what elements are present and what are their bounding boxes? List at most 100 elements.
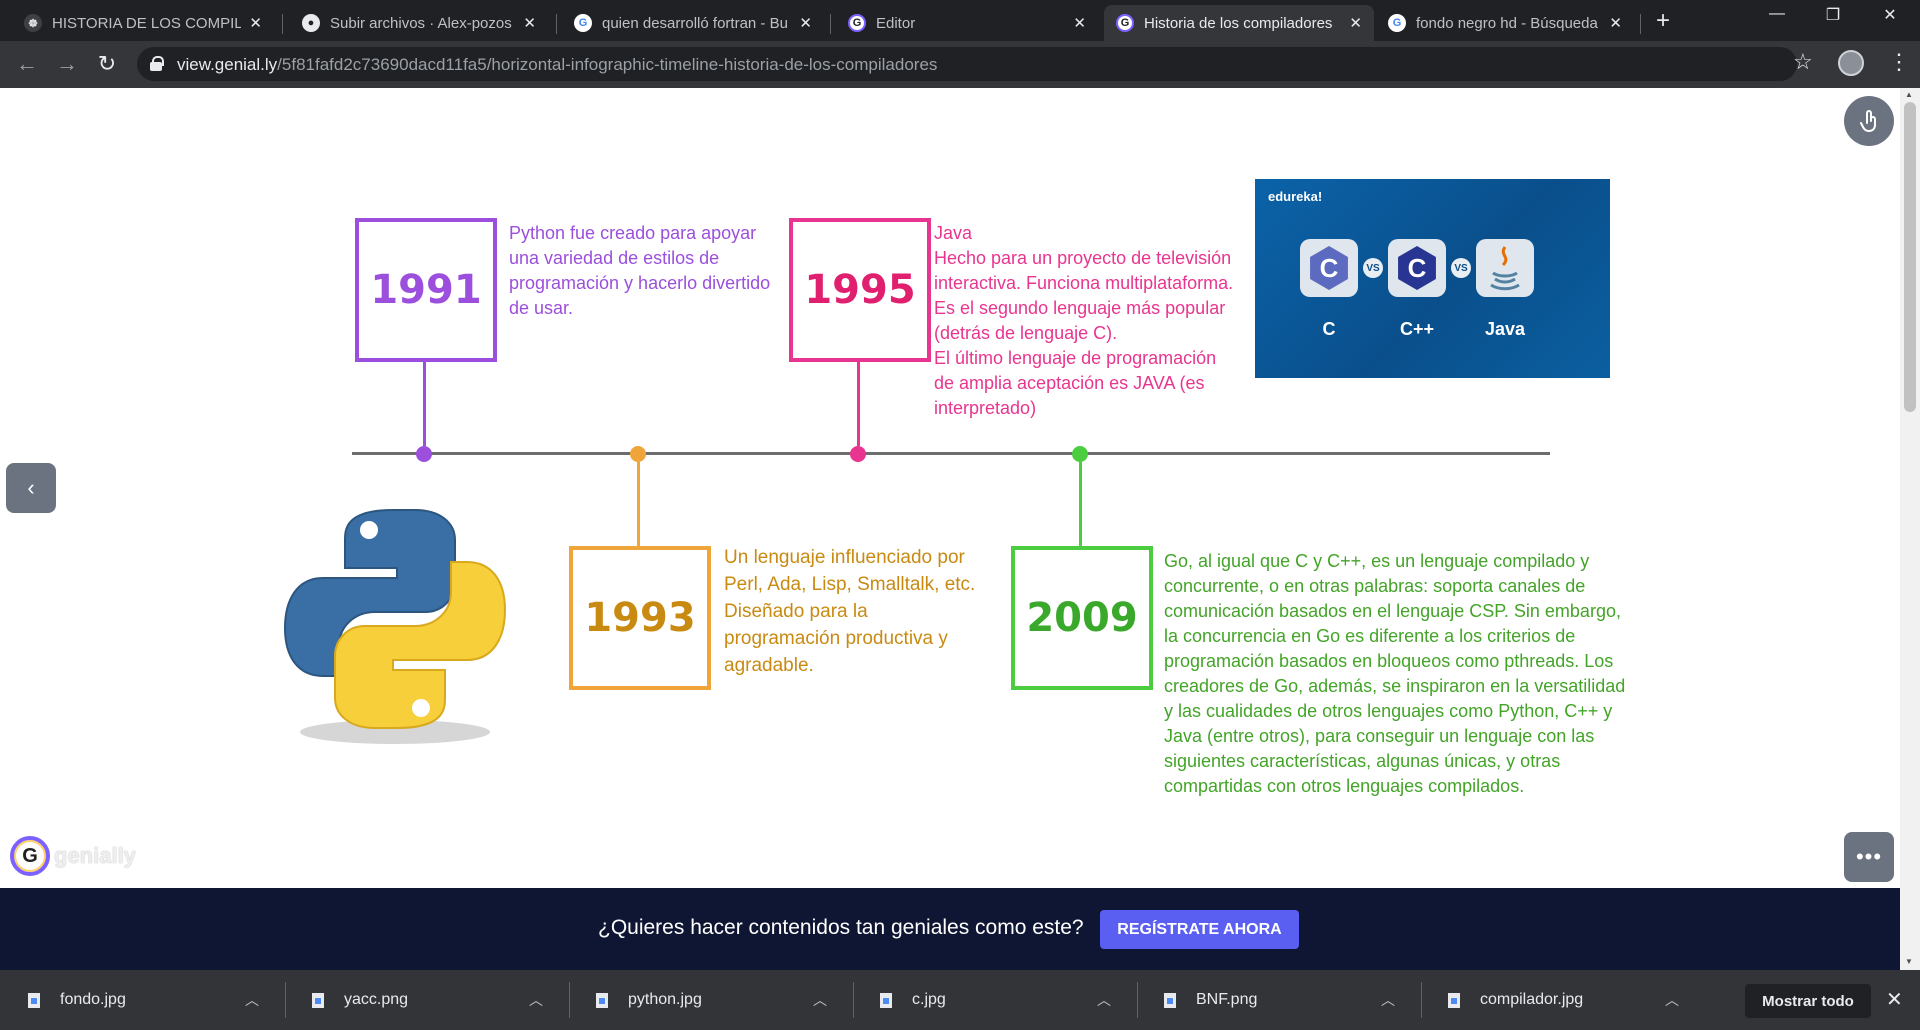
new-tab-button[interactable]: + (1656, 8, 1670, 34)
genially-icon: ☸ (24, 14, 42, 32)
vs-badge: VS (1451, 258, 1471, 278)
lock-icon (150, 56, 164, 72)
genially-icon: G (1116, 14, 1134, 32)
tab-historia-compiladores[interactable]: G Historia de los compiladores ✕ (1104, 5, 1374, 41)
download-item[interactable]: BNF.png ︿ (1164, 970, 1395, 1030)
file-icon (596, 992, 608, 1008)
tab-divider (830, 14, 831, 34)
genially-wordmark: genially (54, 843, 136, 868)
chevron-up-icon[interactable]: ︿ (529, 990, 543, 1010)
divider (1137, 982, 1138, 1018)
file-icon (1164, 992, 1176, 1008)
download-filename: yacc.png (344, 991, 409, 1008)
more-options-button[interactable]: ••• (1844, 832, 1894, 882)
event-description-1991: Python fue creado para apoyar una varied… (509, 223, 771, 318)
chevron-up-icon[interactable]: ︿ (1381, 990, 1395, 1010)
url-host: view.genial.ly (177, 55, 278, 74)
tab-historia-compiladores-doc[interactable]: ☸ HISTORIA DE LOS COMPILAD ✕ (12, 5, 274, 41)
tab-strip: ☸ HISTORIA DE LOS COMPILAD ✕ ● Subir arc… (0, 0, 1920, 41)
download-filename: fondo.jpg (60, 991, 126, 1008)
download-item[interactable]: c.jpg ︿ (880, 970, 1111, 1030)
show-all-downloads-button[interactable]: Mostrar todo (1745, 984, 1871, 1018)
genially-logo[interactable]: G genially (10, 836, 136, 876)
timeline-dot[interactable] (416, 446, 432, 462)
browser-menu-icon[interactable]: ⋮ (1888, 49, 1910, 75)
timeline-stem (423, 362, 426, 446)
chevron-up-icon[interactable]: ︿ (813, 990, 827, 1010)
url-path: /5f81fafd2c73690dacd11fa5/horizontal-inf… (277, 55, 938, 74)
fullscreen-touch-button[interactable] (1844, 96, 1894, 146)
scroll-up-icon[interactable]: ▲ (1905, 90, 1913, 99)
timeline-dot[interactable] (1072, 446, 1088, 462)
timeline-stem (1079, 462, 1082, 548)
ellipsis-icon: ••• (1855, 844, 1883, 869)
divider (1421, 982, 1422, 1018)
download-filename: BNF.png (1196, 991, 1258, 1008)
divider (853, 982, 854, 1018)
event-description-1993: Un lenguaje influenciado por Perl, Ada, … (724, 547, 976, 676)
page-scrollbar[interactable]: ▲ ▼ (1900, 88, 1920, 970)
download-item[interactable]: fondo.jpg ︿ (28, 970, 259, 1030)
timeline-dot[interactable] (850, 446, 866, 462)
year-box-1991: 1991 (355, 218, 497, 362)
download-shelf: fondo.jpg ︿ yacc.png ︿ python.jpg ︿ c.jp… (0, 970, 1920, 1030)
address-bar[interactable]: view.genial.ly/5f81fafd2c73690dacd11fa5/… (137, 47, 1797, 81)
chevron-up-icon[interactable]: ︿ (1097, 990, 1111, 1010)
timeline-stem (857, 362, 860, 446)
divider (569, 982, 570, 1018)
tab-divider (282, 14, 283, 34)
bookmark-star-icon[interactable]: ☆ (1793, 49, 1813, 75)
tab-github-upload[interactable]: ● Subir archivos · Alex-pozos / ✕ (290, 5, 548, 41)
chevron-up-icon[interactable]: ︿ (245, 990, 259, 1010)
reload-icon[interactable]: ↻ (92, 51, 122, 77)
signup-banner: ¿Quieres hacer contenidos tan geniales c… (0, 888, 1900, 970)
tab-editor[interactable]: G Editor ✕ (836, 5, 1098, 41)
year-box-1995: 1995 (789, 218, 931, 362)
year-box-2009: 2009 (1011, 546, 1153, 690)
tab-label: fondo negro hd - Búsqueda (1416, 14, 1598, 32)
timeline-dot[interactable] (630, 446, 646, 462)
event-description-1995: Java Hecho para un proyecto de televisió… (934, 223, 1234, 418)
vs-badge: VS (1363, 258, 1383, 278)
profile-avatar[interactable] (1838, 50, 1864, 76)
close-tab-icon[interactable]: ✕ (799, 14, 812, 32)
scroll-down-icon[interactable]: ▼ (1905, 957, 1913, 966)
chevron-up-icon[interactable]: ︿ (1665, 990, 1679, 1010)
close-shelf-icon[interactable]: ✕ (1886, 987, 1903, 1012)
tab-divider (1640, 14, 1641, 34)
close-tab-icon[interactable]: ✕ (1609, 14, 1622, 32)
download-item[interactable]: python.jpg ︿ (596, 970, 827, 1030)
timeline-stem (637, 462, 640, 548)
close-tab-icon[interactable]: ✕ (1349, 14, 1362, 32)
download-item[interactable]: yacc.png ︿ (312, 970, 543, 1030)
previous-page-button[interactable]: ‹ (6, 463, 56, 513)
scroll-thumb[interactable] (1904, 102, 1916, 412)
register-now-button[interactable]: REGÍSTRATE AHORA (1100, 910, 1299, 949)
lang-label-cpp: C++ (1399, 319, 1435, 339)
tab-divider (556, 14, 557, 34)
touch-icon (1860, 110, 1876, 133)
close-tab-icon[interactable]: ✕ (249, 14, 262, 32)
lang-label-c: C (1322, 319, 1336, 339)
genially-icon: G (848, 14, 866, 32)
c-logo-icon: C (1300, 239, 1358, 297)
back-icon[interactable]: ← (12, 51, 42, 77)
file-icon (28, 992, 40, 1008)
minimize-icon[interactable]: — (1757, 5, 1797, 23)
restore-icon[interactable]: ❐ (1813, 5, 1853, 25)
tab-label: Historia de los compiladores (1144, 14, 1333, 32)
banner-text: ¿Quieres hacer contenidos tan geniales c… (598, 916, 1084, 939)
event-description-2009: Go, al igual que C y C++, es un lenguaje… (1164, 551, 1626, 796)
close-tab-icon[interactable]: ✕ (523, 14, 536, 32)
tab-google-search-fortran[interactable]: G quien desarrolló fortran - Bu ✕ (562, 5, 824, 41)
close-tab-icon[interactable]: ✕ (1073, 14, 1086, 32)
download-item[interactable]: compilador.jpg ︿ (1448, 970, 1679, 1030)
tab-label: Subir archivos · Alex-pozos / (330, 14, 516, 32)
download-filename: compilador.jpg (1480, 991, 1584, 1008)
file-icon (1448, 992, 1460, 1008)
forward-icon[interactable]: → (52, 51, 82, 77)
browser-toolbar: ← → ↻ view.genial.ly/5f81fafd2c73690dacd… (0, 41, 1920, 88)
tab-google-search-fondo[interactable]: G fondo negro hd - Búsqueda ✕ (1376, 5, 1634, 41)
window-close-icon[interactable]: ✕ (1870, 5, 1910, 25)
tab-label: quien desarrolló fortran - Bu (602, 14, 788, 32)
